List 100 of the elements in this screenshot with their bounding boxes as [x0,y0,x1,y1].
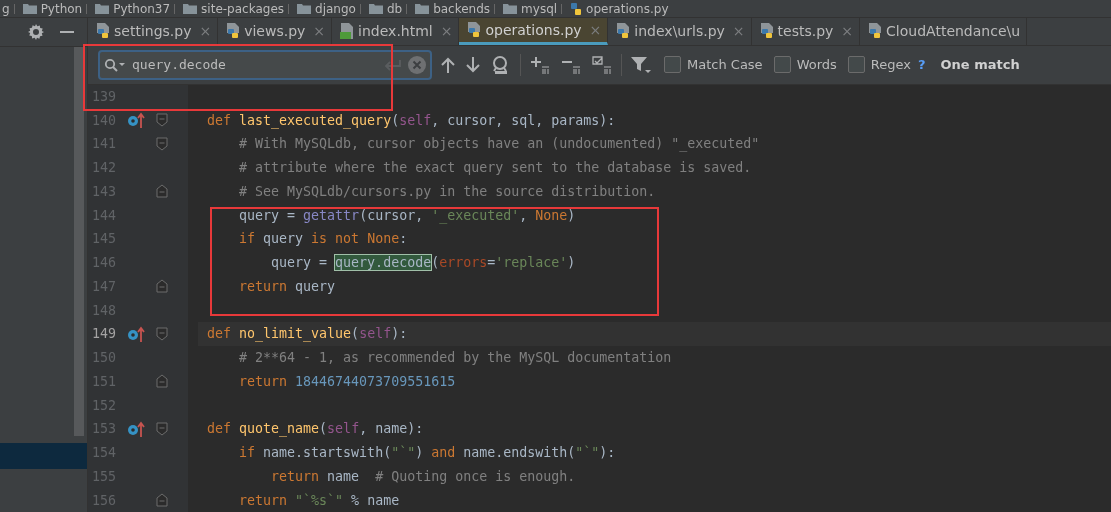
string-literal: "`" [391,445,416,461]
arrow-up-icon[interactable] [441,56,455,73]
string-literal: "`%s`" [295,492,344,508]
keyword: return [238,373,289,389]
match-count: One match [940,57,1020,73]
string-literal: '_executed' [431,207,520,223]
unfold-icon[interactable] [156,374,168,389]
code-comment: # With MySQLdb, cursor objects have an (undocumented) "_executed" [238,136,760,152]
keyword: def [207,326,233,342]
unfold-icon[interactable] [156,279,168,294]
filter-icon[interactable] [631,55,651,74]
keyword: if [238,445,256,461]
code-comment: # 2**64 - 1, as recommended by the MySQL documentation [238,350,672,366]
settings-icon[interactable] [28,24,44,40]
fold-icon[interactable] [156,421,168,436]
line-number: 149 [90,326,116,342]
code-text: ) [415,445,425,461]
option-label[interactable]: Words [796,57,837,73]
scrollbar-thumb[interactable] [74,47,84,436]
html-file-icon [340,23,355,40]
file-tab[interactable]: tests.py × [751,18,861,45]
python-file-icon [467,21,482,38]
code-text: % name [350,492,400,508]
code-text: query [262,231,305,247]
code-text: (cursor, [359,207,425,223]
code-text: : [399,231,408,247]
keyword: return [238,278,288,294]
help-link[interactable]: ? [918,57,926,73]
add-occurrence-icon[interactable] [530,55,550,74]
keyword: and [431,445,456,461]
breadcrumb-item[interactable]: mysql [521,1,558,16]
fold-icon[interactable] [156,136,168,151]
code-text: , name): [359,421,424,437]
search-icon [104,57,126,72]
code-comment: # attribute where the exact query sent to the database is saved. [238,160,752,176]
code-comment: # See MySQLdb/cursors.py in the source distribution. [238,183,656,199]
number-literal: 18446744073709551615 [295,373,456,389]
code-text: , cursor, sql, params): [431,112,616,128]
builtin-name: getattr [303,207,360,223]
fold-icon[interactable] [156,326,168,341]
folder-icon [503,3,518,14]
folder-icon [368,3,383,14]
folder-icon [183,3,198,14]
breadcrumb-item[interactable]: django [315,1,356,16]
python-file-icon [616,23,631,40]
code-text: name.startswith( [262,445,392,461]
breadcrumb-item[interactable]: site-packages [201,1,285,16]
arrow-down-icon[interactable] [466,56,480,73]
checkbox[interactable] [847,56,865,74]
code-text: ) [567,255,576,271]
unfold-icon[interactable] [156,184,168,199]
code-text: ( [431,255,440,271]
breadcrumb-item[interactable]: g [2,1,10,16]
file-tab[interactable]: index\urls.py × [608,18,752,45]
override-method-icon[interactable] [127,420,145,437]
option-label[interactable]: Regex [870,57,911,73]
python-file-icon [226,23,241,40]
option-label[interactable]: Match Case [687,57,763,73]
breadcrumb-item[interactable]: backends [433,1,491,16]
file-tab[interactable]: CloudAttendance\u [860,18,1028,45]
fold-icon[interactable] [156,113,168,128]
keyword: None [535,207,568,223]
code-text: name.endswith( [462,445,576,461]
code-text: query [294,278,336,294]
breadcrumb-item[interactable]: Python [40,1,83,16]
keyword: def [207,421,233,437]
override-method-icon[interactable] [127,112,145,129]
folder-icon [22,3,37,14]
breadcrumb-item[interactable]: db [386,1,403,16]
python-file-icon [96,23,110,40]
search-field[interactable]: query.decode [98,49,432,80]
code-text: ): [391,326,408,342]
checkbox[interactable] [664,56,681,74]
python-file-icon [759,23,774,40]
checkbox[interactable] [773,56,791,74]
select-all-occurrences-icon[interactable] [592,55,612,74]
keyword-argument: errors [439,255,488,271]
function-name: no_limit_value [239,326,352,342]
file-tab[interactable]: settings.py × [88,18,219,45]
string-literal: "`" [575,445,600,461]
code-text: ( [319,421,328,437]
self-keyword: self [359,326,392,342]
unfold-icon[interactable] [156,493,168,508]
breadcrumb-item[interactable]: Python37 [113,1,171,16]
function-name: quote_name [239,421,320,437]
folder-icon [415,3,430,14]
breadcrumb-item[interactable]: operations.py [586,1,669,16]
search-match: query.decode [335,255,432,271]
code-text: name [326,468,361,484]
override-method-icon[interactable] [127,325,145,342]
clear-icon[interactable] [408,55,426,74]
file-tab[interactable]: views.py × [218,18,333,45]
search-input[interactable]: query.decode [132,57,378,73]
code-text: query = [238,207,297,223]
file-tab[interactable]: operations.py × [459,18,609,45]
self-keyword: self [327,421,360,437]
code-comment: # Quoting once is enough. [375,468,576,484]
folder-icon [95,3,110,14]
enter-icon [384,58,402,71]
code-text: ( [391,112,400,128]
